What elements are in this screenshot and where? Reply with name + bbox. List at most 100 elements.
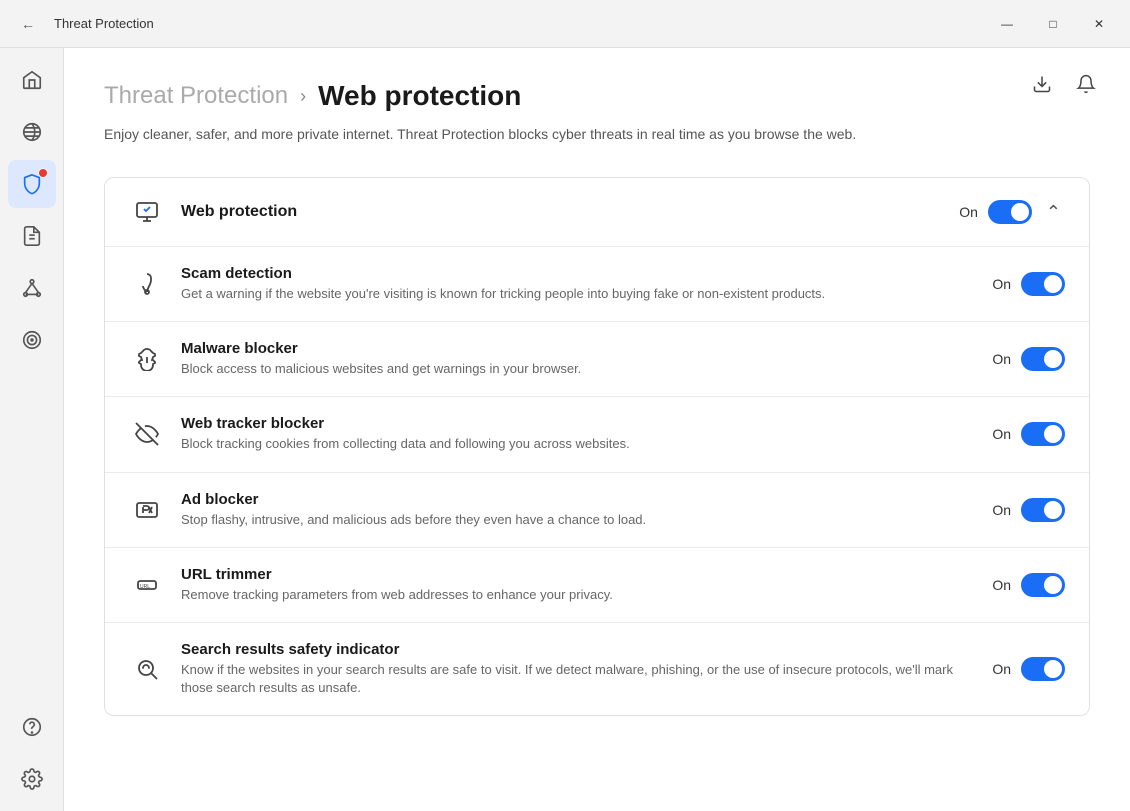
ad-blocker-control: On [992, 498, 1065, 522]
title-bar: ← Threat Protection — □ ✕ [0, 0, 1130, 48]
home-icon [21, 69, 43, 91]
download-icon [1032, 74, 1052, 94]
sidebar-item-globe[interactable] [8, 108, 56, 156]
sidebar-item-mesh[interactable] [8, 264, 56, 312]
ad-blocker-status: On [992, 502, 1011, 518]
web-protection-chevron[interactable]: ⌃ [1042, 198, 1065, 227]
url-trimmer-status: On [992, 577, 1011, 593]
web-tracker-title: Web tracker blocker [181, 415, 976, 432]
monitor-shield-icon [135, 200, 159, 224]
page-description: Enjoy cleaner, safer, and more private i… [104, 124, 1004, 145]
web-protection-title: Web protection [181, 203, 943, 221]
globe-icon [21, 121, 43, 143]
malware-blocker-control: On [992, 347, 1065, 371]
maximize-button[interactable]: □ [1030, 8, 1076, 40]
breadcrumb-parent[interactable]: Threat Protection [104, 82, 288, 110]
eye-off-icon [135, 422, 159, 446]
notification-button[interactable] [1066, 64, 1106, 104]
scam-detection-toggle[interactable] [1021, 272, 1065, 296]
url-trimmer-desc: Remove tracking parameters from web addr… [181, 586, 976, 604]
url-trimmer-icon: URL [129, 567, 165, 603]
search-safety-content: Search results safety indicator Know if … [181, 641, 976, 697]
web-tracker-toggle[interactable] [1021, 422, 1065, 446]
search-safety-toggle[interactable] [1021, 657, 1065, 681]
url-icon: URL [135, 573, 159, 597]
malware-blocker-row: Malware blocker Block access to maliciou… [105, 322, 1089, 397]
ad-blocker-title: Ad blocker [181, 491, 976, 508]
sidebar-item-settings[interactable] [8, 755, 56, 803]
content-area: Threat Protection › Web protection Enjoy… [64, 48, 1130, 811]
malware-blocker-icon [129, 341, 165, 377]
sidebar-item-file-scan[interactable] [8, 212, 56, 260]
search-shield-icon [135, 657, 159, 681]
scam-detection-title: Scam detection [181, 265, 976, 282]
ad-blocker-content: Ad blocker Stop flashy, intrusive, and m… [181, 491, 976, 529]
app-body: Threat Protection › Web protection Enjoy… [0, 48, 1130, 811]
malware-blocker-title: Malware blocker [181, 340, 976, 357]
malware-blocker-desc: Block access to malicious websites and g… [181, 360, 976, 378]
scam-detection-content: Scam detection Get a warning if the webs… [181, 265, 976, 303]
url-trimmer-title: URL trimmer [181, 566, 976, 583]
web-tracker-status: On [992, 426, 1011, 442]
target-icon [21, 329, 43, 351]
svg-text:URL: URL [140, 584, 150, 590]
shield-badge [38, 168, 48, 178]
ad-blocker-row: Ad blocker Stop flashy, intrusive, and m… [105, 473, 1089, 548]
scam-detection-row: Scam detection Get a warning if the webs… [105, 247, 1089, 322]
ad-block-icon [135, 498, 159, 522]
search-safety-icon [129, 651, 165, 687]
window-title: Threat Protection [54, 16, 154, 31]
file-scan-icon [21, 225, 43, 247]
sidebar [0, 48, 64, 811]
malware-blocker-toggle[interactable] [1021, 347, 1065, 371]
close-button[interactable]: ✕ [1076, 8, 1122, 40]
ad-blocker-desc: Stop flashy, intrusive, and malicious ad… [181, 511, 976, 529]
mesh-icon [21, 277, 43, 299]
malware-blocker-status: On [992, 351, 1011, 367]
web-tracker-content: Web tracker blocker Block tracking cooki… [181, 415, 976, 453]
scam-detection-status: On [992, 276, 1011, 292]
malware-blocker-content: Malware blocker Block access to maliciou… [181, 340, 976, 378]
web-tracker-icon [129, 416, 165, 452]
scam-detection-desc: Get a warning if the website you're visi… [181, 285, 976, 303]
minimize-button[interactable]: — [984, 8, 1030, 40]
back-button[interactable]: ← [12, 8, 44, 40]
search-safety-control: On [992, 657, 1065, 681]
url-trimmer-toggle[interactable] [1021, 573, 1065, 597]
sidebar-item-home[interactable] [8, 56, 56, 104]
breadcrumb-current: Web protection [318, 80, 521, 112]
url-trimmer-content: URL trimmer Remove tracking parameters f… [181, 566, 976, 604]
sidebar-item-help[interactable] [8, 703, 56, 751]
web-protection-status: On [959, 204, 978, 220]
breadcrumb-arrow: › [300, 86, 306, 107]
web-protection-toggle[interactable] [988, 200, 1032, 224]
hook-icon [135, 272, 159, 296]
bug-icon [135, 347, 159, 371]
web-tracker-desc: Block tracking cookies from collecting d… [181, 435, 976, 453]
download-button[interactable] [1022, 64, 1062, 104]
window-controls: — □ ✕ [984, 8, 1122, 40]
scam-detection-control: On [992, 272, 1065, 296]
search-safety-desc: Know if the websites in your search resu… [181, 661, 976, 697]
sidebar-item-shield[interactable] [8, 160, 56, 208]
web-protection-content: Web protection [181, 203, 943, 221]
breadcrumb: Threat Protection › Web protection [104, 80, 1090, 112]
web-tracker-row: Web tracker blocker Block tracking cooki… [105, 397, 1089, 472]
header-actions [1022, 64, 1106, 104]
search-safety-status: On [992, 661, 1011, 677]
protection-card: Web protection On ⌃ [104, 177, 1090, 716]
scam-detection-icon [129, 266, 165, 302]
ad-blocker-icon [129, 492, 165, 528]
sidebar-item-target[interactable] [8, 316, 56, 364]
web-protection-control: On ⌃ [959, 198, 1065, 227]
bell-icon [1076, 74, 1096, 94]
web-tracker-control: On [992, 422, 1065, 446]
help-icon [21, 716, 43, 738]
url-trimmer-control: On [992, 573, 1065, 597]
search-safety-row: Search results safety indicator Know if … [105, 623, 1089, 715]
web-protection-icon [129, 194, 165, 230]
search-safety-title: Search results safety indicator [181, 641, 976, 658]
url-trimmer-row: URL URL trimmer Remove tracking paramete… [105, 548, 1089, 623]
web-protection-main-row: Web protection On ⌃ [105, 178, 1089, 247]
ad-blocker-toggle[interactable] [1021, 498, 1065, 522]
